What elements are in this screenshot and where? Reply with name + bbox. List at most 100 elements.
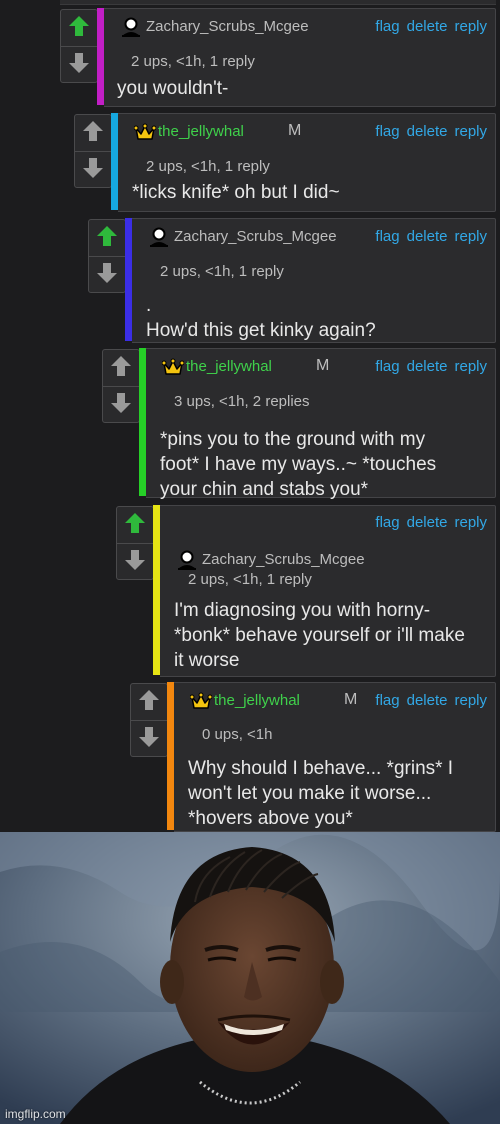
up-arrow-icon <box>81 119 105 148</box>
delete-link[interactable]: delete <box>407 123 448 140</box>
upvote-button[interactable] <box>75 115 111 151</box>
downvote-button[interactable] <box>89 256 125 293</box>
comment-box: the_jellywhal Mflag delete reply 3 ups, <1h,… <box>146 348 496 500</box>
down-arrow-icon <box>67 51 91 80</box>
reply-link[interactable]: reply <box>454 228 487 245</box>
down-arrow-icon <box>137 725 161 754</box>
reply-link[interactable]: reply <box>454 18 487 35</box>
flag-link[interactable]: flag <box>375 358 399 375</box>
meme-photo: imgflip.com <box>0 832 500 1124</box>
upvote-button[interactable] <box>131 684 167 720</box>
comment-header: Zachary_Scrubs_Mcgee flag delete reply <box>176 514 487 570</box>
flag-link[interactable]: flag <box>375 692 399 709</box>
crown-icon <box>189 691 213 711</box>
mod-badge: M <box>288 122 302 139</box>
comment-body-line: How'd this get kinky again? <box>146 320 376 341</box>
comment-body-line: *bonk* behave yourself or i'll make <box>174 625 465 646</box>
down-arrow-icon <box>109 391 133 420</box>
vote-box <box>130 683 168 757</box>
comment-body: *licks knife* oh but I did~ <box>132 180 340 205</box>
comment-body-line: you wouldn't- <box>117 78 229 99</box>
username[interactable]: Zachary_Scrubs_Mcgee <box>202 551 365 568</box>
user-avatar-icon <box>176 550 198 570</box>
vote-box <box>74 114 112 188</box>
comment-meta: 3 ups, <1h, 2 replies <box>174 393 310 410</box>
reply-link[interactable]: reply <box>454 514 487 531</box>
downvote-button[interactable] <box>117 543 153 580</box>
downvote-button[interactable] <box>61 46 97 83</box>
down-arrow-icon <box>95 261 119 290</box>
downvote-button[interactable] <box>75 151 111 188</box>
crown-icon <box>161 357 185 377</box>
thread-depth-bar <box>139 348 146 496</box>
comment-meta: 2 ups, <1h, 1 reply <box>188 571 312 588</box>
mod-badge: M <box>344 691 358 708</box>
flag-link[interactable]: flag <box>375 123 399 140</box>
comment-header: the_jellywhal Mflag delete reply <box>133 122 487 142</box>
comment-box: Zachary_Scrubs_Mcgee flag delete reply 2 ups… <box>104 8 496 107</box>
up-arrow-icon <box>137 688 161 717</box>
delete-link[interactable]: delete <box>407 692 448 709</box>
crown-icon <box>133 122 157 142</box>
flag-link[interactable]: flag <box>375 18 399 35</box>
comment-body-line: *licks knife* oh but I did~ <box>132 182 340 203</box>
thread-depth-bar <box>111 113 118 210</box>
thread-depth-bar <box>167 682 174 830</box>
comment-box: Zachary_Scrubs_Mcgee flag delete reply 2 ups… <box>132 218 496 343</box>
comment-header: Zachary_Scrubs_Mcgee flag delete reply <box>148 227 487 247</box>
upvote-button[interactable] <box>89 220 125 256</box>
comment-body-line: I'm diagnosing you with horny- <box>174 600 431 621</box>
comment-body-line: won't let you make it worse... <box>188 783 432 804</box>
comment-actions: flag delete reply <box>375 358 487 375</box>
down-arrow-icon <box>81 156 105 185</box>
comment-body: *pins you to the ground with my foot* I h… <box>160 427 436 502</box>
username[interactable]: Zachary_Scrubs_Mcgee <box>174 228 337 245</box>
up-arrow-icon <box>95 224 119 253</box>
comment-body-line: it worse <box>174 650 240 671</box>
upvote-button[interactable] <box>117 507 153 543</box>
downvote-button[interactable] <box>103 386 139 423</box>
comment-meta: 2 ups, <1h, 1 reply <box>146 158 270 175</box>
username[interactable]: the_jellywhal <box>214 692 300 709</box>
reply-link[interactable]: reply <box>454 358 487 375</box>
comment-body-line: *hovers above you* <box>188 808 353 829</box>
comment-meta: 0 ups, <1h <box>202 726 273 743</box>
user-avatar-icon <box>120 17 142 37</box>
comment-actions: flag delete reply <box>375 228 487 245</box>
delete-link[interactable]: delete <box>407 228 448 245</box>
comment-actions: flag delete reply <box>375 514 487 531</box>
comment-actions: flag delete reply <box>375 123 487 140</box>
username[interactable]: the_jellywhal <box>186 358 272 375</box>
thread-depth-bar <box>153 505 160 675</box>
comment-box: the_jellywhal Mflag delete reply 0 ups, <1h W… <box>174 682 496 832</box>
comment-actions: flag delete reply <box>375 18 487 35</box>
upvote-button[interactable] <box>103 350 139 386</box>
upvote-button[interactable] <box>61 10 97 46</box>
down-arrow-icon <box>123 548 147 577</box>
comment-box: the_jellywhal Mflag delete reply 2 ups, <1h,… <box>118 113 496 212</box>
username[interactable]: the_jellywhal <box>158 123 244 140</box>
delete-link[interactable]: delete <box>407 514 448 531</box>
up-arrow-icon <box>109 354 133 383</box>
thread-depth-bar <box>97 8 104 105</box>
vote-box <box>102 349 140 423</box>
mod-badge: M <box>316 357 330 374</box>
downvote-button[interactable] <box>131 720 167 757</box>
comment-body: . How'd this get kinky again? <box>146 293 376 343</box>
comment-meta: 2 ups, <1h, 1 reply <box>131 53 255 70</box>
vote-box <box>116 506 154 580</box>
comment-actions: flag delete reply <box>375 692 487 709</box>
laughing-man-image <box>0 832 500 1124</box>
watermark: imgflip.com <box>5 1107 66 1121</box>
comment-meta: 2 ups, <1h, 1 reply <box>160 263 284 280</box>
vote-box <box>60 9 98 83</box>
username[interactable]: Zachary_Scrubs_Mcgee <box>146 18 309 35</box>
delete-link[interactable]: delete <box>407 18 448 35</box>
thread-depth-bar <box>125 218 132 341</box>
comment-body-line: your chin and stabs you* <box>160 479 369 500</box>
flag-link[interactable]: flag <box>375 228 399 245</box>
delete-link[interactable]: delete <box>407 358 448 375</box>
flag-link[interactable]: flag <box>375 514 399 531</box>
reply-link[interactable]: reply <box>454 123 487 140</box>
reply-link[interactable]: reply <box>454 692 487 709</box>
